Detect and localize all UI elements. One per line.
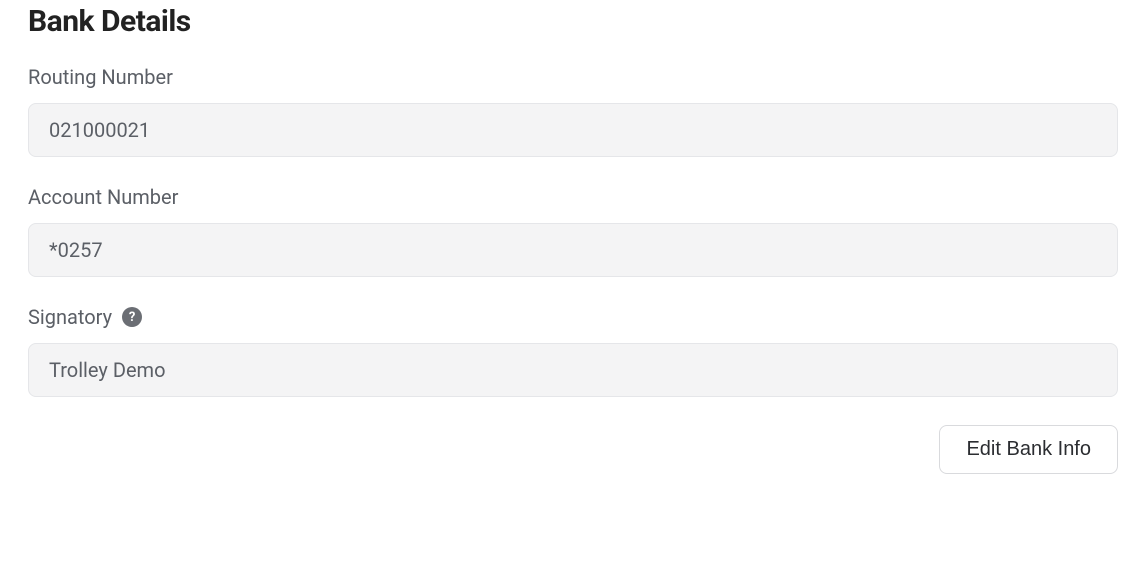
signatory-label: Signatory <box>28 305 112 329</box>
routing-number-label: Routing Number <box>28 65 1118 89</box>
signatory-field: Signatory ? Trolley Demo <box>28 305 1118 397</box>
help-icon[interactable]: ? <box>122 307 142 327</box>
signatory-value: Trolley Demo <box>28 343 1118 397</box>
routing-number-value: 021000021 <box>28 103 1118 157</box>
routing-number-field: Routing Number 021000021 <box>28 65 1118 157</box>
page-title: Bank Details <box>28 4 1118 39</box>
actions-row: Edit Bank Info <box>28 425 1118 474</box>
bank-details-section: Bank Details Routing Number 021000021 Ac… <box>0 4 1146 474</box>
edit-bank-info-button[interactable]: Edit Bank Info <box>939 425 1118 474</box>
account-number-label: Account Number <box>28 185 1118 209</box>
account-number-value: *0257 <box>28 223 1118 277</box>
account-number-field: Account Number *0257 <box>28 185 1118 277</box>
